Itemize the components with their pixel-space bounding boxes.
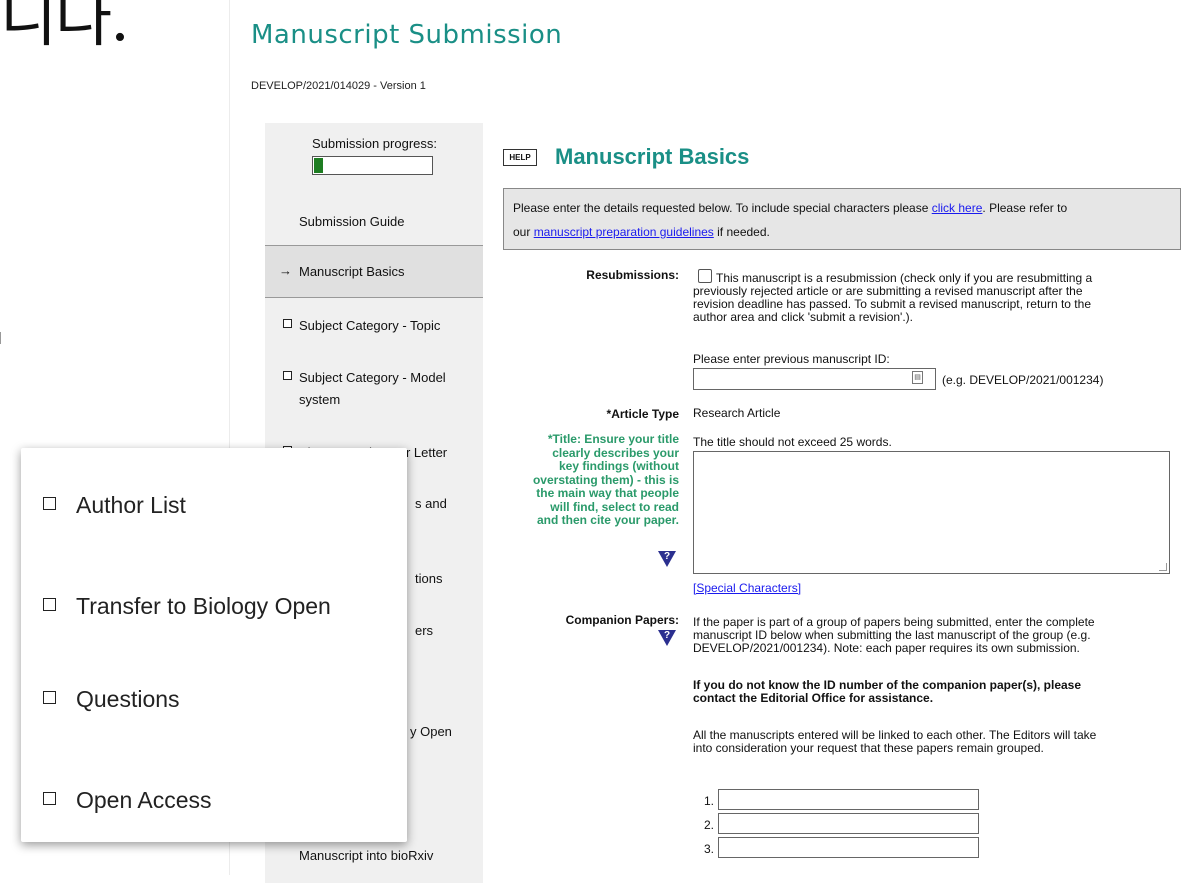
sidebar-item-subject-category-model[interactable]: Subject Category - Model system [265,365,483,413]
question-mark: ? [663,551,671,562]
edge-mark [0,332,7,344]
title-help-text: *Title: Ensure your title clearly descri… [503,432,679,528]
companion-help-question-icon[interactable]: ? [658,630,676,646]
contact-card-icon: ▤ [912,371,923,384]
title-help-line: *Title: Ensure your title [547,432,679,446]
companion-desc-line: DEVELOP/2021/001234). Note: each paper r… [693,641,1080,655]
page-title: Manuscript Submission [251,20,563,50]
companion-id-input-2[interactable] [718,813,979,834]
title-help-line: will find, select to read [550,499,679,514]
sidebar-item-label: Manuscript into bioRxiv [299,848,434,863]
zoom-item-label: Open Access [76,787,212,813]
previous-id-example: (e.g. DEVELOP/2021/001234) [942,373,1104,387]
resubmission-text-line: author area and click 'submit a revision… [693,310,914,324]
info-box: Please enter the details requested below… [503,188,1181,250]
companion-papers-label: Companion Papers: [565,613,679,627]
zoomed-sidebar-overlay: Author List Transfer to Biology Open Que… [21,448,407,842]
article-type-label: *Article Type [606,407,679,421]
special-characters-link-2[interactable]: [Special Characters] [693,582,801,595]
handwritten-text: 니다. [0,0,130,55]
title-textarea[interactable] [693,451,1170,574]
sidebar-item-label: Subject Category - Model [299,370,446,385]
info-text: . Please refer to [982,201,1068,215]
resubmissions-label: Resubmissions: [586,268,679,282]
incomplete-checkbox-icon [43,792,56,805]
incomplete-checkbox-icon [43,691,56,704]
sidebar-item-subject-category-topic[interactable]: Subject Category - Topic [265,313,483,349]
special-characters-link[interactable]: click here [932,201,983,215]
sidebar-item-label: Submission Guide [299,214,405,229]
info-text: if needed. [713,225,770,239]
current-step-arrow-icon: → [279,263,292,278]
incomplete-checkbox-icon [283,319,292,328]
incomplete-checkbox-icon [43,497,56,510]
companion-id-input-3[interactable] [718,837,979,858]
title-help-question-icon[interactable]: ? [658,551,676,567]
help-button[interactable]: HELP [503,149,537,166]
sidebar-item-label: ers [415,623,434,638]
sidebar-item-label: s and [415,496,447,511]
progress-label: Submission progress: [312,136,437,151]
resize-handle-icon[interactable] [1159,563,1167,571]
incomplete-checkbox-icon [43,598,56,611]
sidebar-item-preprint[interactable]: Manuscript into bioRxiv [265,845,483,867]
title-help-line: key findings (without [559,459,679,473]
info-text: Please enter the details requested below… [513,201,932,215]
resubmission-checkbox[interactable] [698,269,712,283]
companion-bold-line: contact the Editorial Office for assista… [693,691,934,705]
companion-number: 2. [704,818,715,832]
sidebar-item-label: Subject Category - Topic [299,318,441,333]
sidebar-item-label: Manuscript Basics [299,264,405,279]
title-help-line: the main way that people [536,486,679,500]
submission-progress-bar [312,156,433,175]
article-type-value: Research Article [693,406,781,420]
zoom-item-label: Author List [76,492,186,518]
sidebar-item-manuscript-basics[interactable]: → Manuscript Basics [265,245,483,298]
section-title: Manuscript Basics [555,144,750,169]
title-instruction: The title should not exceed 25 words. [693,435,892,449]
title-help-line: overstating them) - this is [532,472,679,487]
preparation-guidelines-link[interactable]: manuscript preparation guidelines [534,225,714,239]
previous-id-input[interactable]: ▤ [693,368,936,390]
manuscript-id: DEVELOP/2021/014029 - Version 1 [251,80,426,92]
companion-number: 3. [704,842,715,856]
title-help-line: clearly describes your [552,445,679,460]
incomplete-checkbox-icon [283,371,292,380]
sidebar-item-submission-guide[interactable]: Submission Guide [265,209,483,245]
sidebar-item-label: tions [415,571,443,586]
companion-id-input-1[interactable] [718,789,979,810]
title-help-line: and then cite your paper. [536,513,679,527]
question-mark: ? [663,630,671,641]
progress-fill [314,158,323,173]
companion-number: 1. [704,794,715,808]
sidebar-item-label: y Open [410,724,452,739]
companion-note-line: into consideration your request that the… [693,741,1044,755]
zoom-item-label: Transfer to Biology Open [76,593,331,619]
sidebar-item-label-line2: system [299,392,341,407]
previous-id-label: Please enter previous manuscript ID: [693,352,890,366]
zoom-item-label: Questions [76,686,180,712]
info-text: our [513,225,534,239]
